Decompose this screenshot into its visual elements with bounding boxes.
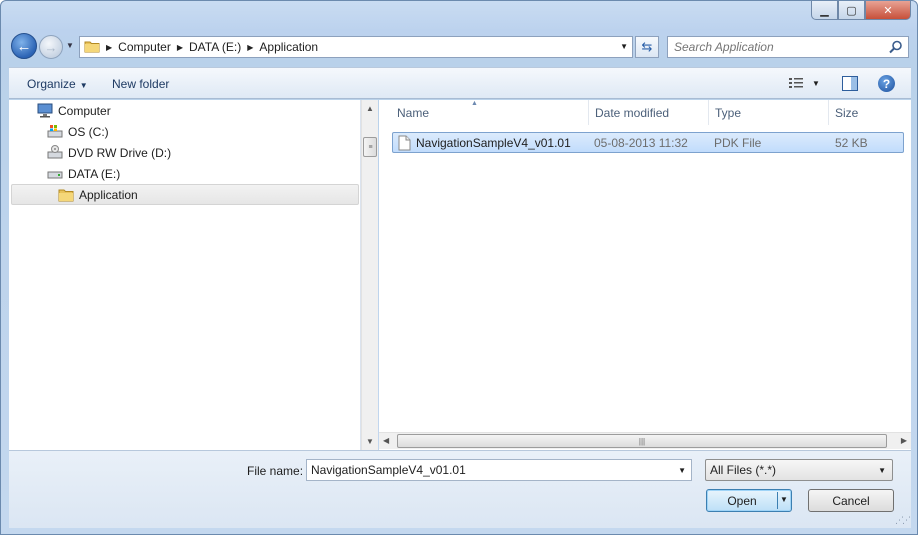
column-header-label: Date modified [595,105,670,120]
tree-item-os-drive[interactable]: OS (C:) [47,121,109,142]
column-header-label: Name [397,105,430,120]
open-options-chevron-icon[interactable]: ▼ [780,495,788,504]
scrollbar-thumb[interactable]: ≡ [363,137,377,157]
tree-item-computer[interactable]: Computer [37,100,111,121]
sort-ascending-icon: ▲ [471,100,478,107]
breadcrumb-item-data-drive[interactable]: DATA (E:) [189,40,241,54]
chevron-down-icon: ▼ [66,41,74,50]
breadcrumb-separator-icon[interactable]: ▶ [177,43,183,52]
file-type-filter-select[interactable]: All Files (*.*) ▼ [705,459,893,481]
cancel-button[interactable]: Cancel [808,489,894,512]
tree-item-label: Application [79,187,138,202]
scrollbar-thumb[interactable]: ||| [397,434,887,448]
refresh-icon: ⇆ [641,39,653,54]
open-file-dialog: ▁ ▢ ✕ ← → ▼ ▶ Computer ▶ DATA (E:) ▶ App… [0,0,918,535]
grip-icon: ||| [638,436,646,446]
file-type: PDK File [714,136,762,150]
refresh-button[interactable]: ⇆ [635,36,659,58]
open-button-label[interactable]: Open [707,494,777,508]
command-toolbar: Organize ▼ New folder ▼ ? [9,67,911,99]
maximize-icon: ▢ [846,4,857,17]
search-input[interactable] [674,40,884,54]
change-view-button[interactable]: ▼ [788,76,820,90]
dialog-footer: File name: ▼ All Files (*.*) ▼ Open ▼ Ca… [9,450,911,528]
scroll-up-icon[interactable]: ▲ [366,104,374,113]
column-header-size[interactable]: Size [829,100,909,125]
breadcrumb-item-computer[interactable]: Computer [118,40,171,54]
file-name: NavigationSampleV4_v01.01 [416,136,571,150]
folder-icon [84,39,100,56]
address-history-chevron-icon[interactable]: ▼ [620,42,628,51]
scroll-right-icon[interactable]: ▶ [901,436,907,445]
caption-buttons: ▁ ▢ ✕ [811,1,911,20]
navigation-pane: Computer OS (C:) DVD RW Drive (D:) DATA … [9,100,361,450]
file-list-horizontal-scrollbar[interactable]: ◀ ||| ▶ [379,432,911,449]
close-button[interactable]: ✕ [865,1,911,20]
maximize-button[interactable]: ▢ [838,1,865,20]
tree-item-label: Computer [58,103,111,118]
file-name-label: File name: [247,464,304,478]
document-icon [398,135,411,154]
dvd-drive-icon [47,145,63,159]
file-size: 52 KB [835,136,868,150]
file-type-filter-value: All Files (*.*) [710,463,777,477]
tree-item-label: DVD RW Drive (D:) [68,145,172,160]
scroll-left-icon[interactable]: ◀ [383,436,389,445]
tree-item-label: OS (C:) [68,124,109,139]
forward-arrow-icon: → [44,39,58,55]
address-bar[interactable]: ▶ Computer ▶ DATA (E:) ▶ Application ▼ [79,36,633,58]
folder-icon [58,189,74,202]
help-icon: ? [882,76,891,91]
tree-item-label: DATA (E:) [68,166,121,181]
file-date: 05-08-2013 11:32 [594,136,688,150]
grip-icon: ≡ [368,143,372,151]
file-name-input[interactable] [311,463,671,477]
chevron-down-icon: ▼ [812,78,820,88]
search-icon[interactable] [889,40,903,57]
details-view-icon [789,78,803,88]
breadcrumb: ▶ Computer ▶ DATA (E:) ▶ Application [100,37,318,57]
tree-item-application-folder[interactable]: Application [11,184,359,205]
os-drive-icon [47,125,63,138]
tree-item-data-drive[interactable]: DATA (E:) [47,163,120,184]
minimize-icon: ▁ [820,4,829,17]
chevron-down-icon[interactable]: ▼ [678,466,686,475]
scroll-down-icon[interactable]: ▼ [366,437,374,446]
organize-button[interactable]: Organize ▼ [27,77,88,91]
recent-pages-dropdown[interactable]: ▼ [66,41,74,50]
column-header-name[interactable]: Name ▲ [389,100,589,125]
breadcrumb-separator-icon[interactable]: ▶ [247,43,253,52]
chevron-down-icon: ▼ [79,81,88,90]
split-divider [777,492,778,509]
breadcrumb-separator-icon[interactable]: ▶ [106,43,112,52]
tree-item-dvd-drive[interactable]: DVD RW Drive (D:) [47,142,171,163]
file-row[interactable]: NavigationSampleV4_v01.01 05-08-2013 11:… [392,132,904,153]
column-header-label: Type [715,105,742,120]
organize-label: Organize [27,77,76,91]
navigation-pane-scrollbar[interactable]: ▲ ≡ ▼ [361,100,378,450]
column-header-type[interactable]: Type [709,100,829,125]
new-folder-button[interactable]: New folder [112,77,169,91]
open-split-button[interactable]: Open ▼ [706,489,792,512]
back-arrow-icon: ← [16,37,32,55]
preview-pane-button[interactable] [842,76,858,94]
resize-grip-icon[interactable]: ⋰⋰ [895,515,911,526]
file-name-combobox: ▼ [306,459,692,481]
breadcrumb-item-application[interactable]: Application [259,40,318,54]
minimize-button[interactable]: ▁ [811,1,838,20]
forward-button[interactable]: → [39,35,63,59]
file-list-pane: Name ▲ Date modified Type Size Navigatio… [379,100,911,450]
column-header-label: Size [835,105,859,120]
close-icon: ✕ [883,4,893,17]
help-button[interactable]: ? [878,75,895,92]
computer-icon [37,103,53,118]
chevron-down-icon: ▼ [878,466,886,475]
address-row: ← → ▼ ▶ Computer ▶ DATA (E:) ▶ Applicati… [9,33,911,61]
hard-drive-icon [47,171,63,179]
new-folder-label: New folder [112,77,170,91]
preview-pane-icon [842,76,858,91]
column-header-date[interactable]: Date modified [589,100,709,125]
back-button[interactable]: ← [11,33,37,59]
search-box [667,36,909,58]
